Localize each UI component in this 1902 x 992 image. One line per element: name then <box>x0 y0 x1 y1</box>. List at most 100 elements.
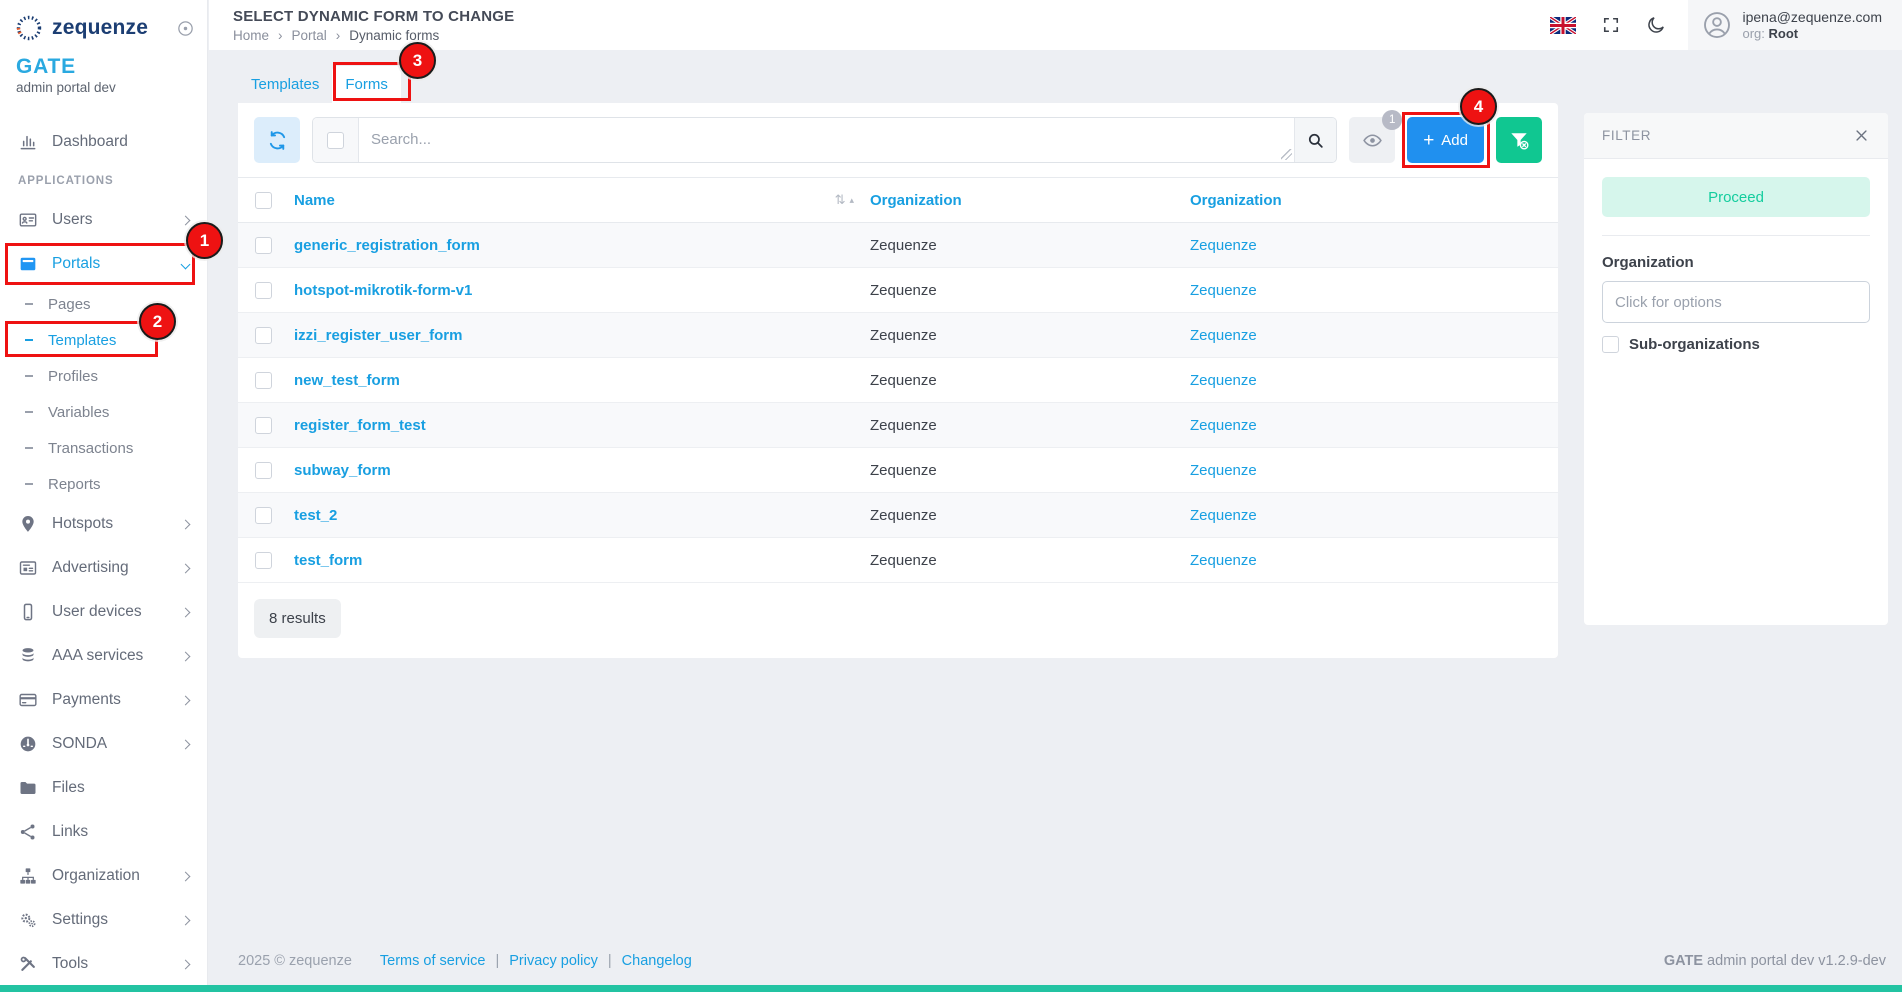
sidebar-item-portals[interactable]: Portals <box>0 242 207 286</box>
sidebar-item-links[interactable]: Links <box>0 810 207 854</box>
row-checkbox[interactable] <box>255 237 272 254</box>
sidebar-toggle-icon[interactable] <box>176 19 195 38</box>
org-link[interactable]: Zequenze <box>1190 237 1257 254</box>
content-tabs: Templates Forms <box>238 66 401 103</box>
form-name-link[interactable]: subway_form <box>294 462 391 479</box>
org-cell: Zequenze <box>870 507 1190 524</box>
chevron-right-icon <box>181 739 191 749</box>
column-header-organization-2[interactable]: Organization <box>1190 192 1558 209</box>
form-name-link[interactable]: generic_registration_form <box>294 237 480 254</box>
organization-select[interactable] <box>1602 281 1870 323</box>
user-org: org: Root <box>1742 26 1882 41</box>
sidebar-item-reports[interactable]: Reports <box>0 466 207 502</box>
dash-icon <box>25 375 33 377</box>
app-window-icon <box>18 254 38 274</box>
mobile-icon <box>18 602 38 622</box>
sort-icons[interactable]: ⇅ ▴ <box>835 192 854 208</box>
header-checkbox[interactable] <box>255 192 272 209</box>
language-flag-icon[interactable] <box>1550 17 1576 34</box>
sidebar-item-advertising[interactable]: Advertising <box>0 546 207 590</box>
app-name: GATE <box>16 55 191 79</box>
breadcrumb: Home › Portal › Dynamic forms <box>233 28 514 43</box>
user-menu[interactable]: ipena@zequenze.com org: Root <box>1688 0 1902 50</box>
org-cell: Zequenze <box>870 327 1190 344</box>
sidebar-item-pages[interactable]: Pages <box>0 286 207 322</box>
row-checkbox[interactable] <box>255 417 272 434</box>
form-name-link[interactable]: izzi_register_user_form <box>294 327 462 344</box>
eye-icon <box>1362 130 1383 151</box>
org-link[interactable]: Zequenze <box>1190 552 1257 569</box>
newspaper-icon <box>18 558 38 578</box>
column-header-organization[interactable]: Organization <box>870 192 1190 209</box>
breadcrumb-separator: › <box>278 28 283 43</box>
org-link[interactable]: Zequenze <box>1190 372 1257 389</box>
column-header-name[interactable]: Name ⇅ ▴ <box>294 192 870 209</box>
fullscreen-icon[interactable] <box>1601 15 1621 35</box>
user-email: ipena@zequenze.com <box>1742 9 1882 25</box>
org-cell: Zequenze <box>870 552 1190 569</box>
tab-templates[interactable]: Templates <box>238 66 332 103</box>
org-link[interactable]: Zequenze <box>1190 462 1257 479</box>
filter-toggle-button[interactable] <box>1496 117 1542 163</box>
form-name-link[interactable]: test_form <box>294 552 362 569</box>
sidebar-item-profiles[interactable]: Profiles <box>0 358 207 394</box>
credit-card-icon <box>18 690 38 710</box>
sidebar-item-dashboard[interactable]: Dashboard <box>0 120 207 164</box>
row-checkbox[interactable] <box>255 552 272 569</box>
chevron-right-icon <box>181 519 191 529</box>
sidebar-item-hotspots[interactable]: Hotspots <box>0 502 207 546</box>
breadcrumb-portal[interactable]: Portal <box>292 28 327 43</box>
sidebar-item-variables[interactable]: Variables <box>0 394 207 430</box>
visibility-count-badge: 1 <box>1382 110 1402 130</box>
privacy-link[interactable]: Privacy policy <box>509 953 598 969</box>
search-field-wrap <box>359 118 1294 162</box>
form-name-link[interactable]: hotspot-mikrotik-form-v1 <box>294 282 472 299</box>
form-name-link[interactable]: test_2 <box>294 507 337 524</box>
org-cell: Zequenze <box>870 372 1190 389</box>
close-icon[interactable] <box>1853 127 1870 144</box>
sidebar-item-users[interactable]: Users <box>0 198 207 242</box>
sub-organizations-checkbox[interactable] <box>1602 336 1619 353</box>
page-title: SELECT DYNAMIC FORM TO CHANGE <box>233 8 514 25</box>
row-checkbox[interactable] <box>255 462 272 479</box>
sidebar-item-sonda[interactable]: SONDA <box>0 722 207 766</box>
tab-forms[interactable]: Forms <box>332 66 401 103</box>
dark-mode-moon-icon[interactable] <box>1646 15 1666 35</box>
tools-icon <box>18 954 38 974</box>
search-button[interactable] <box>1294 118 1336 162</box>
sidebar-item-settings[interactable]: Settings <box>0 898 207 942</box>
row-checkbox[interactable] <box>255 372 272 389</box>
sidebar-item-label: Advertising <box>52 559 129 577</box>
add-button[interactable]: + Add <box>1407 117 1484 163</box>
terms-link[interactable]: Terms of service <box>380 953 486 969</box>
select-all-checkbox[interactable] <box>327 132 344 149</box>
form-name-link[interactable]: new_test_form <box>294 372 400 389</box>
sidebar-item-templates[interactable]: Templates <box>0 322 207 358</box>
refresh-button[interactable] <box>254 117 300 163</box>
sidebar-item-user-devices[interactable]: User devices <box>0 590 207 634</box>
org-link[interactable]: Zequenze <box>1190 507 1257 524</box>
org-link[interactable]: Zequenze <box>1190 417 1257 434</box>
org-link[interactable]: Zequenze <box>1190 282 1257 299</box>
row-checkbox[interactable] <box>255 282 272 299</box>
bar-chart-icon <box>18 132 38 152</box>
row-checkbox[interactable] <box>255 507 272 524</box>
search-input[interactable] <box>359 118 1294 162</box>
sidebar-item-transactions[interactable]: Transactions <box>0 430 207 466</box>
form-name-link[interactable]: register_form_test <box>294 417 426 434</box>
user-info: ipena@zequenze.com org: Root <box>1742 9 1882 41</box>
forms-table: Name ⇅ ▴ Organization Organization gener… <box>238 177 1558 583</box>
sidebar-item-organization[interactable]: Organization <box>0 854 207 898</box>
brand-logo: zequenze <box>0 0 207 47</box>
sidebar-item-files[interactable]: Files <box>0 766 207 810</box>
org-link[interactable]: Zequenze <box>1190 327 1257 344</box>
proceed-button[interactable]: Proceed <box>1602 177 1870 217</box>
dash-icon <box>25 483 33 485</box>
breadcrumb-home[interactable]: Home <box>233 28 269 43</box>
row-checkbox[interactable] <box>255 327 272 344</box>
sidebar-item-payments[interactable]: Payments <box>0 678 207 722</box>
changelog-link[interactable]: Changelog <box>622 953 692 969</box>
sidebar-item-aaa-services[interactable]: AAA services <box>0 634 207 678</box>
header-checkbox-cell <box>238 192 294 209</box>
sidebar-item-tools[interactable]: Tools <box>0 942 207 986</box>
